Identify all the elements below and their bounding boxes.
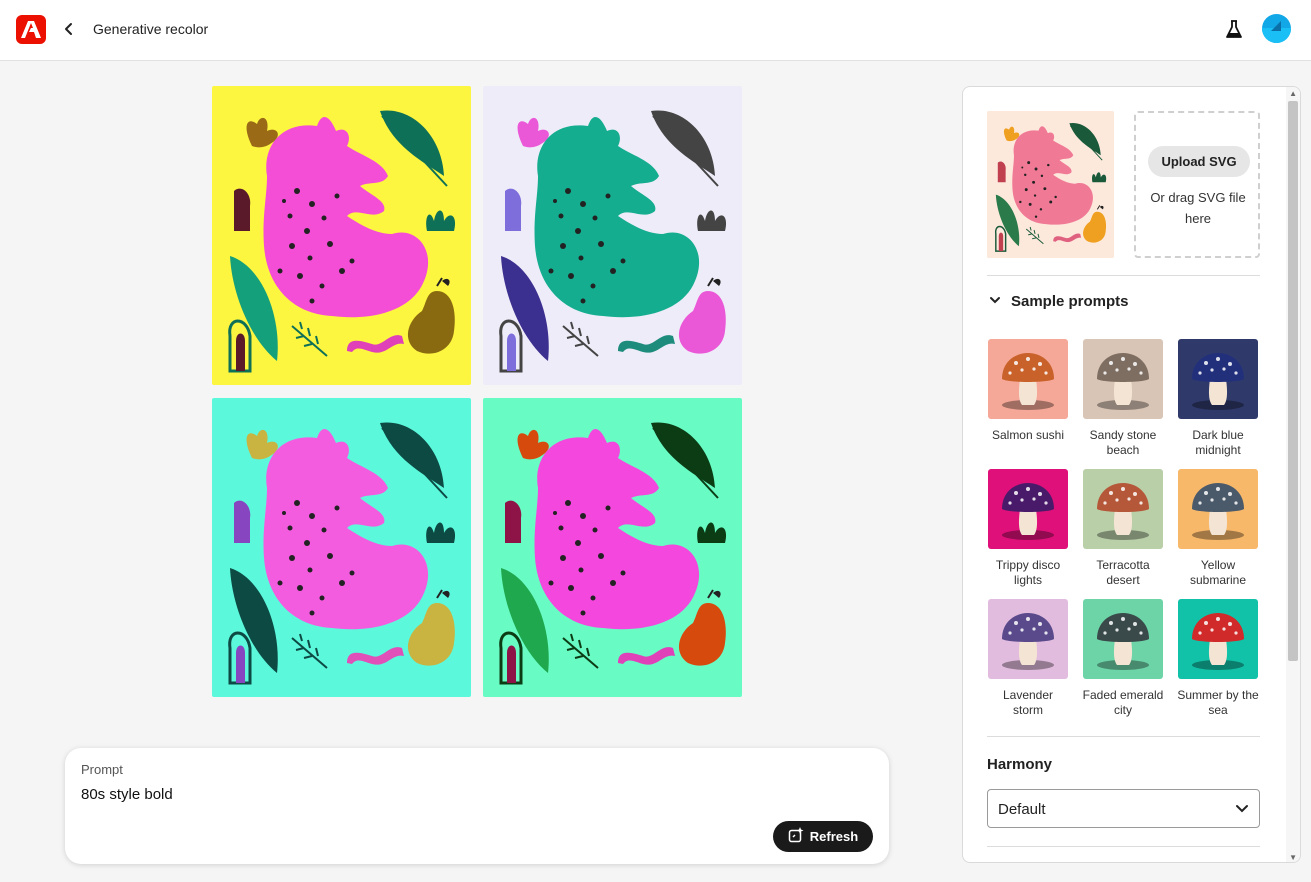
prompt-card: Prompt 80s style bold Refresh [65,748,889,864]
variation-tile[interactable] [483,86,742,385]
sample-label: Yellow submarine [1189,558,1247,587]
upload-dropzone[interactable]: Upload SVG Or drag SVG file here [1134,111,1260,258]
sample-label: Salmon sushi [991,428,1065,442]
divider [987,846,1260,847]
sample-thumbnail [988,599,1068,679]
upload-svg-button[interactable]: Upload SVG [1148,146,1250,177]
avatar[interactable] [1262,14,1291,43]
scrollbar-thumb[interactable] [1288,101,1298,661]
adobe-logo[interactable] [16,15,46,44]
scroll-down-icon[interactable]: ▼ [1289,853,1297,862]
sample-prompt-card[interactable]: Lavender storm [987,599,1069,718]
sample-label: Trippy disco lights [995,558,1061,587]
sample-thumbnail [1083,339,1163,419]
refresh-label: Refresh [809,829,859,844]
sample-label: Terracotta desert [1096,558,1150,587]
variation-tile[interactable] [212,86,471,385]
sample-thumbnail [1083,599,1163,679]
sample-thumbnail [1178,599,1258,679]
harmony-value: Default [998,801,1046,818]
harmony-select[interactable]: Default [987,789,1260,828]
flask-icon[interactable] [1223,18,1245,40]
sample-prompts-toggle[interactable]: Sample prompts [989,293,1129,310]
sample-prompt-card[interactable]: Salmon sushi [987,339,1069,443]
divider [987,275,1260,276]
sample-thumbnail [1178,469,1258,549]
prompt-input[interactable]: 80s style bold [81,786,173,803]
sample-thumbnail [1178,339,1258,419]
upload-hint: Or drag SVG file here [1150,190,1246,226]
sample-label: Summer by the sea [1177,688,1259,717]
sample-prompt-card[interactable]: Dark blue midnight [1177,339,1259,458]
top-bar: Generative recolor [0,0,1311,61]
sample-label: Dark blue midnight [1192,428,1244,457]
refresh-button[interactable]: Refresh [773,821,873,852]
divider [987,736,1260,737]
scroll-up-icon[interactable]: ▲ [1289,89,1297,98]
sample-prompt-card[interactable]: Terracotta desert [1082,469,1164,588]
variation-tile[interactable] [212,398,471,697]
sparkle-refresh-icon [788,827,804,846]
sample-prompts-title: Sample prompts [1011,293,1129,310]
sample-prompt-card[interactable]: Yellow submarine [1177,469,1259,588]
harmony-title: Harmony [987,756,1053,773]
sample-prompt-card[interactable]: Faded emerald city [1082,599,1164,718]
scrollbar[interactable]: ▲ ▼ [1286,87,1300,862]
sample-label: Sandy stone beach [1089,428,1157,457]
prompt-label: Prompt [81,762,123,777]
recolor-panel: Upload SVG Or drag SVG file here Sample … [962,86,1301,863]
page-title: Generative recolor [93,21,209,37]
chevron-down-icon [1235,801,1249,819]
sample-prompt-card[interactable]: Summer by the sea [1177,599,1259,718]
variation-tile[interactable] [483,398,742,697]
sample-prompt-card[interactable]: Trippy disco lights [987,469,1069,588]
sample-thumbnail [1083,469,1163,549]
source-preview [987,111,1114,258]
sample-thumbnail [988,339,1068,419]
sample-label: Lavender storm [1002,688,1054,717]
sample-prompt-card[interactable]: Sandy stone beach [1082,339,1164,458]
sample-thumbnail [988,469,1068,549]
chevron-left-icon[interactable] [58,18,80,40]
chevron-down-icon [989,293,1001,310]
sample-label: Faded emerald city [1082,688,1164,717]
